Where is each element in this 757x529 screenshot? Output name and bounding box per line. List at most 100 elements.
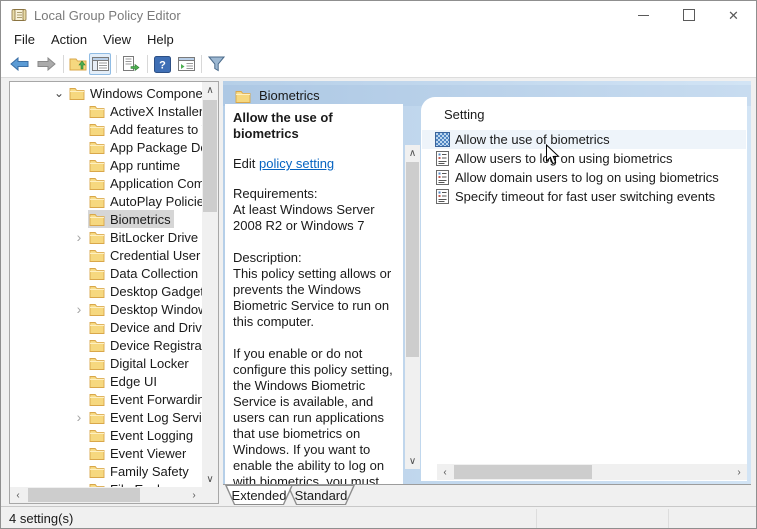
- tree-item[interactable]: Biometrics: [10, 210, 202, 228]
- setting-column-header[interactable]: Setting: [444, 107, 484, 122]
- scroll-up-icon[interactable]: ∧: [405, 145, 420, 161]
- back-button[interactable]: [8, 53, 30, 75]
- forward-button[interactable]: [35, 53, 57, 75]
- tree-item[interactable]: › BitLocker Drive Enc: [10, 228, 202, 246]
- chevron-right-icon[interactable]: ›: [70, 302, 88, 316]
- properties-window-icon: [177, 57, 195, 71]
- folder-icon: [89, 340, 105, 352]
- tree-item[interactable]: Event Viewer: [10, 444, 202, 462]
- pane-header-title: Biometrics: [259, 88, 320, 103]
- tree-item[interactable]: App Package Depl: [10, 138, 202, 156]
- description-vertical-scrollbar[interactable]: ∧ ∨: [405, 145, 420, 469]
- menu-help[interactable]: Help: [139, 30, 182, 49]
- console-tree-panel: ⌄ Windows Components ActiveX Installer Se A…: [9, 81, 219, 504]
- scroll-up-icon[interactable]: ∧: [202, 82, 218, 98]
- scroll-down-icon[interactable]: ∨: [202, 471, 218, 487]
- scroll-right-icon[interactable]: ›: [186, 487, 202, 503]
- folder-icon: [89, 466, 105, 478]
- tree-item[interactable]: AutoPlay Policies: [10, 192, 202, 210]
- tree-item[interactable]: ⌄ Windows Components: [10, 84, 202, 102]
- tree-item-label: App Package Depl: [110, 139, 202, 155]
- tree-item[interactable]: Application Comp: [10, 174, 202, 192]
- chevron-down-icon[interactable]: ⌄: [50, 86, 68, 100]
- minimize-icon: [638, 14, 649, 16]
- tree-item[interactable]: Event Forwarding: [10, 390, 202, 408]
- folder-icon: [89, 430, 105, 442]
- tree-item[interactable]: Credential User Int: [10, 246, 202, 264]
- tree-item-label: Event Log Service: [110, 409, 202, 425]
- setting-label: Allow users to log on using biometrics: [455, 151, 673, 166]
- tree-item[interactable]: ActiveX Installer Se: [10, 102, 202, 120]
- tree-item-label: Add features to Wi: [110, 121, 202, 137]
- edit-policy-setting-link[interactable]: policy setting: [259, 156, 334, 171]
- setting-row[interactable]: Allow the use of biometrics: [422, 130, 746, 149]
- tree-item-label: App runtime: [110, 157, 181, 173]
- chevron-right-icon[interactable]: ›: [70, 410, 88, 424]
- scroll-left-icon[interactable]: ‹: [437, 464, 453, 480]
- tree-item-label: Event Viewer: [110, 445, 187, 461]
- tab-standard[interactable]: Standard: [287, 485, 355, 505]
- chevron-right-icon[interactable]: ›: [70, 230, 88, 244]
- filter-button[interactable]: [205, 53, 227, 75]
- tree-vertical-scrollbar[interactable]: ∧ ∨: [202, 82, 218, 487]
- scroll-left-icon[interactable]: ‹: [10, 487, 26, 503]
- setting-row[interactable]: Allow domain users to log on using biome…: [422, 168, 746, 187]
- filter-funnel-icon: [207, 56, 225, 72]
- menu-action[interactable]: Action: [43, 30, 95, 49]
- mmc-scroll-icon: [11, 9, 27, 21]
- requirements-text: At least Windows Server 2008 R2 or Windo…: [233, 202, 375, 233]
- menu-view[interactable]: View: [95, 30, 139, 49]
- folder-icon: [89, 376, 105, 388]
- settings-horizontal-scrollbar[interactable]: ‹ ›: [437, 464, 747, 480]
- tree-item[interactable]: File Explorer: [10, 480, 202, 487]
- minimize-button[interactable]: [621, 1, 666, 29]
- tree-item-label: Event Logging: [110, 427, 194, 443]
- show-console-tree-button[interactable]: [89, 53, 111, 75]
- help-button[interactable]: ?: [151, 53, 173, 75]
- setting-row[interactable]: Specify timeout for fast user switching …: [422, 187, 746, 206]
- up-one-level-button[interactable]: [67, 53, 89, 75]
- policy-setting-icon: [436, 189, 449, 204]
- scrollbar-thumb[interactable]: [28, 488, 140, 502]
- scrollbar-thumb[interactable]: [203, 100, 217, 212]
- scrollbar-thumb[interactable]: [454, 465, 592, 479]
- tab-extended[interactable]: Extended: [225, 485, 293, 505]
- setting-label: Allow domain users to log on using biome…: [455, 170, 719, 185]
- tree-item[interactable]: Add features to Wi: [10, 120, 202, 138]
- tree-horizontal-scrollbar[interactable]: ‹ ›: [10, 487, 202, 503]
- tree-item[interactable]: Device Registration: [10, 336, 202, 354]
- show-properties-button[interactable]: [175, 53, 197, 75]
- tree-item[interactable]: › Desktop Window M: [10, 300, 202, 318]
- tree-item[interactable]: App runtime: [10, 156, 202, 174]
- tree-item[interactable]: Edge UI: [10, 372, 202, 390]
- tree-item[interactable]: Data Collection an: [10, 264, 202, 282]
- status-separator: [536, 509, 537, 528]
- export-list-button[interactable]: [120, 53, 142, 75]
- console-tree-icon: [91, 57, 109, 71]
- status-text: 4 setting(s): [9, 511, 74, 526]
- menu-file[interactable]: File: [6, 30, 43, 49]
- tree-item-label: AutoPlay Policies: [110, 193, 202, 209]
- scroll-down-icon[interactable]: ∨: [405, 453, 420, 469]
- policy-setting-icon: [436, 151, 449, 166]
- folder-icon: [69, 88, 85, 100]
- close-button[interactable]: ✕: [711, 1, 756, 29]
- scrollbar-corner: [202, 487, 218, 503]
- tree-item[interactable]: Device and Driver C: [10, 318, 202, 336]
- tree-item-label: Edge UI: [110, 373, 157, 389]
- maximize-button[interactable]: [666, 1, 711, 29]
- mouse-cursor: [546, 144, 560, 165]
- tree-item[interactable]: Digital Locker: [10, 354, 202, 372]
- tree-item[interactable]: Event Logging: [10, 426, 202, 444]
- tree-item[interactable]: Desktop Gadgets: [10, 282, 202, 300]
- tree-item-label: Biometrics: [110, 211, 171, 227]
- tree-item-label: ActiveX Installer Se: [110, 103, 202, 119]
- scroll-right-icon[interactable]: ›: [731, 464, 747, 480]
- tree-item-label: Desktop Gadgets: [110, 283, 202, 299]
- tree-item[interactable]: Family Safety: [10, 462, 202, 480]
- tree-item-label: BitLocker Drive Enc: [110, 229, 202, 245]
- title-bar: Local Group Policy Editor ✕: [1, 1, 756, 29]
- setting-row[interactable]: Allow users to log on using biometrics: [422, 149, 746, 168]
- scrollbar-thumb[interactable]: [406, 162, 419, 357]
- tree-item[interactable]: › Event Log Service: [10, 408, 202, 426]
